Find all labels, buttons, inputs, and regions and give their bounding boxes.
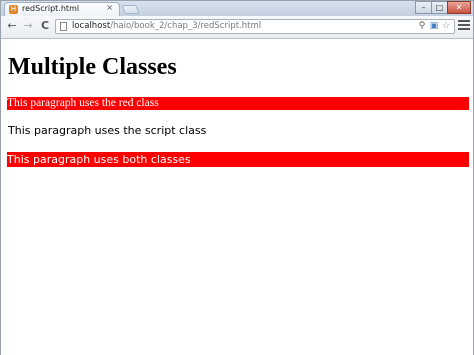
browser-toolbar: ← → C localhost/haio/book_2/chap_3/redSc… (1, 16, 473, 39)
tab-title: redScript.html (22, 4, 80, 13)
address-bar[interactable]: localhost/haio/book_2/chap_3/redScript.h… (55, 19, 455, 34)
both-classes-paragraph: This paragraph uses both classes (7, 152, 469, 167)
url-path: /haio/book_2/chap_3/redScript.html (110, 21, 262, 31)
forward-arrow-icon[interactable]: → (21, 19, 35, 33)
url-host: localhost (72, 21, 111, 31)
extension-icon[interactable]: ▣ (428, 20, 440, 33)
omnibox-icons: ⚲ ▣ ☆ (416, 20, 452, 33)
title-bar: H redScript.html × – □ ✕ (1, 1, 473, 16)
page-icon (60, 22, 67, 31)
browser-tab[interactable]: H redScript.html × (4, 2, 120, 16)
script-class-paragraph: This paragraph uses the script class (8, 124, 207, 137)
browser-window: H redScript.html × – □ ✕ ← → C localhost… (0, 0, 474, 355)
new-tab-button[interactable] (121, 5, 140, 14)
red-class-paragraph: This paragraph uses the red class (7, 97, 469, 110)
reload-icon[interactable]: C (38, 19, 52, 33)
search-icon[interactable]: ⚲ (416, 20, 428, 33)
html-file-icon: H (9, 5, 18, 14)
back-arrow-icon[interactable]: ← (5, 19, 19, 33)
url-text[interactable]: localhost/haio/book_2/chap_3/redScript.h… (72, 21, 261, 31)
page-heading: Multiple Classes (8, 54, 177, 80)
minimize-button[interactable]: – (415, 1, 432, 14)
bookmark-star-icon[interactable]: ☆ (440, 20, 452, 33)
maximize-button[interactable]: □ (431, 1, 448, 14)
menu-icon[interactable] (458, 20, 470, 32)
close-window-button[interactable]: ✕ (447, 1, 471, 14)
close-tab-icon[interactable]: × (106, 3, 113, 12)
page-content: Multiple Classes This paragraph uses the… (1, 39, 473, 355)
window-controls: – □ ✕ (415, 1, 471, 15)
